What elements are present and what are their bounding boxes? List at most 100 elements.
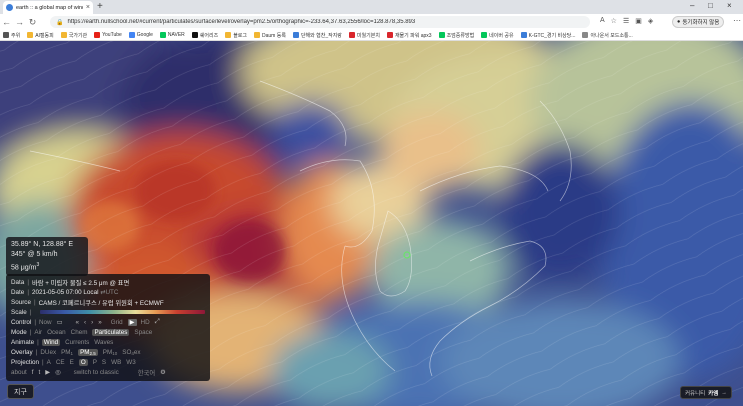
scale-label: Scale — [11, 308, 27, 316]
projection-option[interactable]: S — [102, 359, 106, 366]
hd-toggle[interactable]: HD — [141, 319, 150, 326]
bookmark-item[interactable]: 조엄중류방법 — [438, 32, 474, 39]
avatar-icon: ● — [677, 19, 681, 25]
overlay-pm25[interactable]: PM2.5 — [78, 348, 98, 356]
bookmark-icon — [254, 32, 260, 38]
bookmark-label: 쉐어리즈 — [199, 32, 219, 39]
bookmark-item[interactable]: 재물기 파워 apx3 — [386, 32, 432, 39]
skip-forward-fast-icon[interactable]: » — [98, 319, 102, 326]
mode-row: Mode | Air Ocean Chem Particulates Space — [11, 328, 153, 336]
fullscreen-icon[interactable]: ⤢ — [155, 318, 160, 326]
animate-option[interactable]: Wind — [41, 338, 61, 346]
mode-option[interactable]: Air — [34, 329, 42, 336]
color-scale-bar[interactable] — [40, 310, 205, 314]
switch-to-classic-link[interactable]: switch to classic — [74, 369, 119, 376]
grid-toggle[interactable]: Grid — [111, 319, 123, 326]
about-link[interactable]: about — [11, 369, 27, 376]
address-bar[interactable]: 🔒 https://earth.nullschool.net/#current/… — [50, 16, 590, 28]
projection-option[interactable]: O — [78, 358, 88, 366]
back-icon[interactable]: ← — [0, 17, 13, 27]
bookmark-item[interactable]: 아나운서 모드소통... — [582, 32, 633, 39]
bookmark-item[interactable]: 주위 — [3, 32, 20, 39]
favorite-star-icon[interactable]: ☆ — [611, 17, 617, 25]
overlay-pm1[interactable]: PM1 — [61, 349, 73, 356]
projection-option[interactable]: A — [47, 359, 51, 366]
projection-label: Projection — [11, 358, 40, 366]
now-button[interactable]: Now — [39, 319, 52, 326]
projection-option[interactable]: W3 — [126, 359, 135, 366]
footer-row: about f t ▶ ◎ switch to classic 한국어 ⚙ — [11, 367, 205, 377]
bookmark-item[interactable]: 블로그 — [225, 32, 247, 39]
language-selector[interactable]: 한국어 — [138, 368, 155, 377]
earth-menu-button[interactable]: 지구 — [7, 384, 34, 399]
twitter-icon[interactable]: t — [39, 369, 41, 376]
collections-icon[interactable]: ▣ — [635, 17, 642, 25]
bookmark-icon — [582, 32, 589, 38]
minimize-icon[interactable]: – — [690, 1, 694, 10]
community-button[interactable]: 커유니티 카엠 → — [680, 386, 732, 399]
skip-back-fast-icon[interactable]: « — [76, 319, 80, 326]
profile-button[interactable]: ● 동기화하지 않음 — [672, 16, 725, 28]
projection-option[interactable]: WB — [111, 359, 121, 366]
bookmark-item[interactable]: Google — [128, 32, 153, 38]
animate-option[interactable]: Currents — [65, 339, 89, 346]
data-row: Data | 바람 + 미립자 물질 ≤ 2.5 μm @ 표면 — [11, 278, 130, 287]
forward-icon[interactable]: → — [13, 17, 26, 27]
bookmark-item[interactable]: 쉐어리즈 — [191, 32, 219, 39]
favorites-icon[interactable]: ☰ — [623, 17, 629, 25]
reload-icon[interactable]: ↻ — [26, 17, 39, 28]
reader-mode-icon[interactable]: A — [600, 17, 605, 25]
browser-tab-bar: earth :: a global map of wind, w... × + … — [0, 0, 743, 14]
bookmark-item[interactable]: 네이버 공유 — [481, 32, 514, 39]
settings-gear-icon[interactable]: ⚙ — [160, 369, 166, 376]
bookmark-item[interactable]: 미월기본치 — [348, 32, 380, 39]
browser-tab[interactable]: earth :: a global map of wind, w... × — [3, 1, 93, 14]
mode-option[interactable]: Ocean — [47, 329, 66, 336]
profile-label: 동기화하지 않음 — [682, 20, 720, 26]
overlay-so4ex[interactable]: SO4ex — [122, 349, 140, 356]
animate-label: Animate — [11, 338, 35, 346]
bookmark-item[interactable]: YouTube — [94, 32, 122, 38]
more-menu-icon[interactable]: ⋯ — [733, 16, 741, 25]
bookmark-item[interactable]: K-GTC_경기 비상당... — [520, 32, 575, 39]
projection-option[interactable]: P — [93, 359, 97, 366]
skip-forward-icon[interactable]: › — [91, 319, 93, 326]
bookmark-item[interactable]: 단해와 협찬_작지랑 — [292, 32, 342, 39]
maximize-icon[interactable]: □ — [708, 1, 713, 10]
control-label: Control — [11, 318, 32, 326]
bookmark-item[interactable]: Daum 등록 — [254, 32, 286, 39]
bookmark-item[interactable]: AI캘동피 — [27, 32, 54, 39]
utc-toggle[interactable]: ⇄UTC — [100, 289, 118, 296]
instagram-icon[interactable]: ◎ — [55, 369, 61, 376]
bookmark-label: Daum 등록 — [262, 32, 286, 39]
projection-option[interactable]: E — [70, 359, 74, 366]
date-value[interactable]: 2021-05-05 07:00 Local — [32, 289, 99, 296]
facebook-icon[interactable]: f — [32, 369, 34, 376]
skip-back-icon[interactable]: ‹ — [84, 319, 86, 326]
close-window-icon[interactable]: × — [727, 1, 732, 10]
mode-label: Mode — [11, 328, 27, 336]
animate-option[interactable]: Waves — [94, 339, 113, 346]
mode-option[interactable]: Space — [134, 329, 152, 336]
calendar-icon[interactable]: ▭ — [57, 319, 63, 326]
overlay-pm10[interactable]: PM10 — [103, 349, 117, 356]
close-tab-icon[interactable]: × — [86, 4, 90, 11]
bookmark-label: AI캘동피 — [35, 32, 54, 39]
new-tab-icon[interactable]: + — [97, 1, 103, 12]
control-panel: Data | 바람 + 미립자 물질 ≤ 2.5 μm @ 표면 Date | 20… — [6, 274, 210, 381]
play-icon[interactable]: ▶ — [127, 318, 137, 326]
projection-option[interactable]: CE — [56, 359, 65, 366]
bookmark-item[interactable]: NAVER — [159, 32, 185, 38]
bookmark-label: 단해와 협찬_작지랑 — [300, 32, 342, 39]
extension-icon[interactable]: ◈ — [648, 17, 653, 25]
lock-icon[interactable]: 🔒 — [56, 19, 63, 26]
mode-option[interactable]: Chem — [71, 329, 88, 336]
scale-row: Scale | — [11, 307, 205, 317]
bookmark-label: 재물기 파워 apx3 — [394, 32, 432, 39]
overlay-duex[interactable]: DUex — [40, 349, 56, 356]
youtube-icon[interactable]: ▶ — [45, 369, 50, 376]
bookmark-item[interactable]: 국가기관 — [60, 32, 87, 39]
readout-value: 58 — [11, 264, 19, 272]
mode-option[interactable]: Particulates — [92, 328, 130, 336]
arrow-right-icon: → — [721, 389, 727, 396]
